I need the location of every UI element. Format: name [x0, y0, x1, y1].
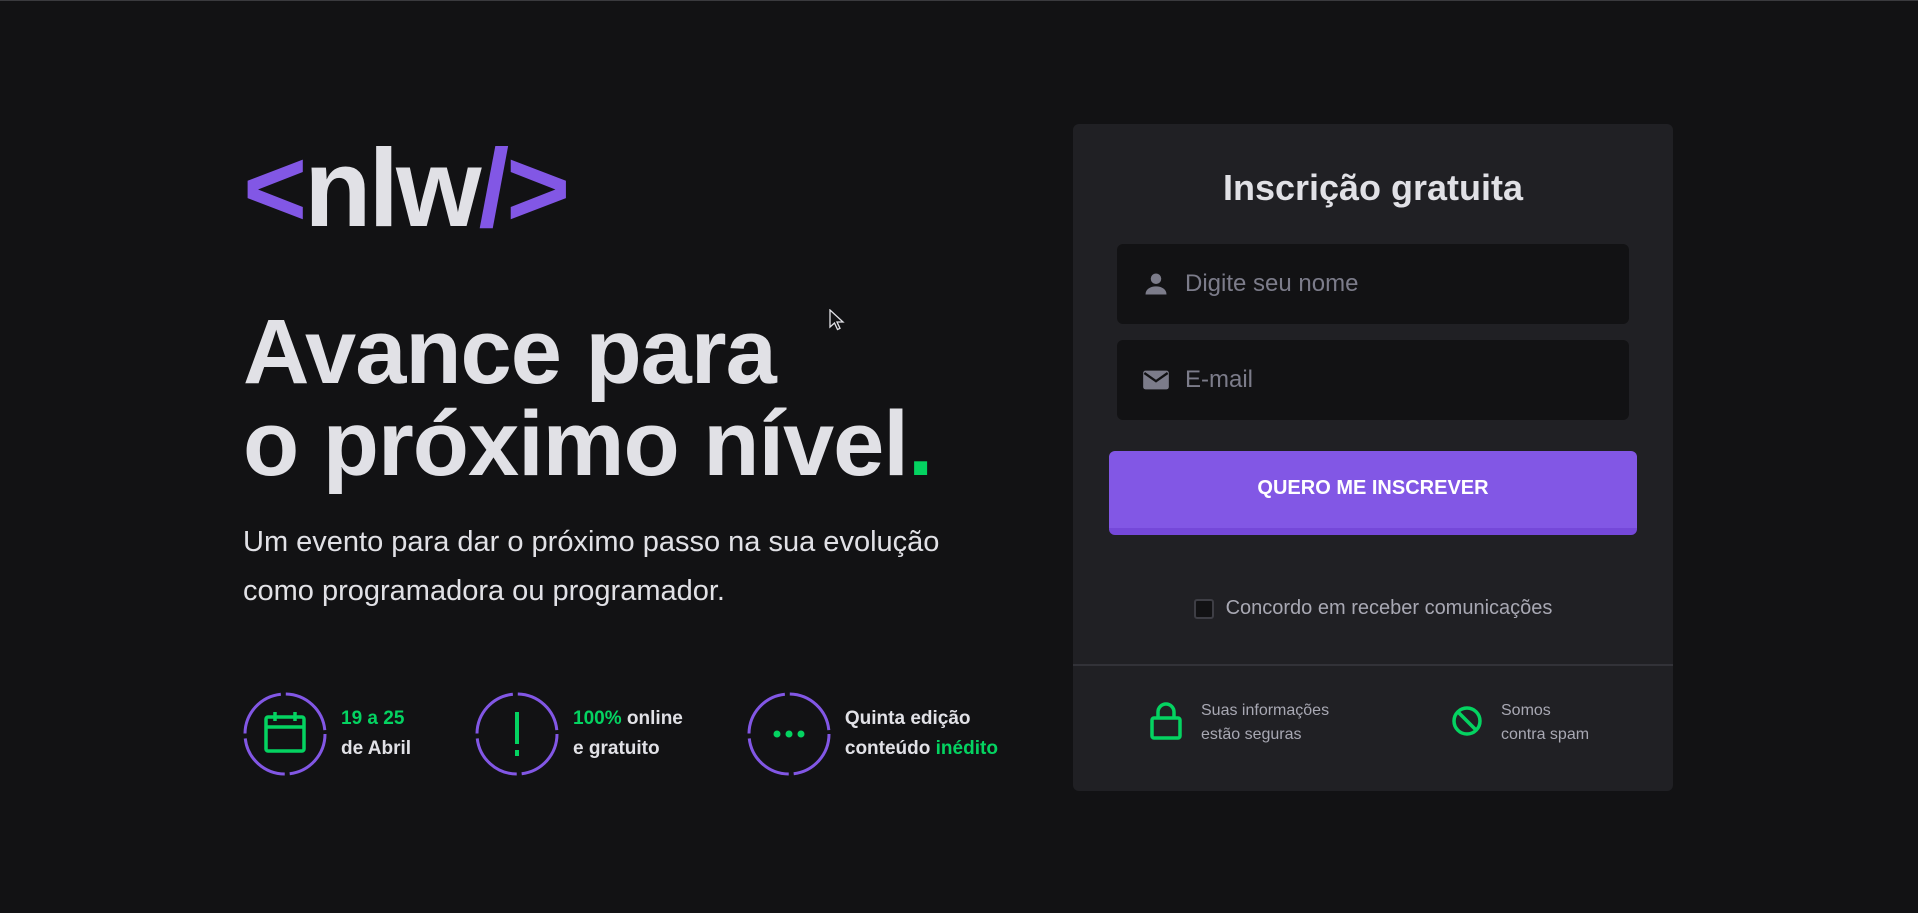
- feature-edition: Quinta edição conteúdo inédito: [747, 692, 998, 776]
- spam-info: Somos contra spam: [1451, 699, 1589, 747]
- feature-date: 19 a 25 de Abril: [243, 692, 411, 776]
- logo-text: nlw: [304, 126, 481, 250]
- email-input[interactable]: [1185, 366, 1605, 394]
- card-divider: [1073, 664, 1673, 666]
- logo-slash: /: [478, 126, 510, 250]
- secure-info: Suas informações estão seguras: [1149, 699, 1329, 747]
- consent-label: Concordo em receber comunicações: [1225, 597, 1553, 619]
- ellipsis-icon: [747, 692, 831, 776]
- no-spam-icon: [1451, 705, 1483, 742]
- consent-checkbox[interactable]: [1193, 598, 1214, 619]
- nlw-logo: < nlw / >: [243, 126, 1023, 250]
- feature-date-text: 19 a 25 de Abril: [341, 708, 412, 759]
- feature-edition-text: Quinta edição conteúdo inédito: [844, 708, 998, 759]
- calendar-icon: [243, 692, 327, 776]
- features-row: 19 a 25 de Abril 100% online e gratuito: [243, 692, 1062, 776]
- mouse-cursor-icon: [829, 308, 845, 336]
- hero-title-line1: Avance para: [243, 301, 777, 403]
- logo-close-bracket: >: [506, 126, 570, 250]
- logo-open-bracket: <: [243, 126, 307, 250]
- email-field[interactable]: [1117, 340, 1629, 420]
- exclamation-icon: [475, 692, 559, 776]
- hero-subtitle: Um evento para dar o próximo passo na su…: [243, 526, 940, 607]
- signup-title: Inscrição gratuita: [1222, 167, 1524, 208]
- signup-card: Inscrição gratuita QUERO ME INSCREVER Co…: [1073, 124, 1673, 791]
- subscribe-button[interactable]: QUERO ME INSCREVER: [1109, 451, 1637, 535]
- hero-title: Avance para o próximo nível.: [243, 306, 1023, 490]
- user-icon: [1141, 269, 1171, 299]
- feature-online: 100% online e gratuito: [475, 692, 683, 776]
- name-input[interactable]: [1185, 270, 1605, 298]
- hero-title-line2: o próximo nível: [243, 393, 909, 495]
- hero-section: < nlw / > Avance para o próximo nível. Um e…: [243, 126, 1023, 616]
- mail-icon: [1141, 365, 1171, 395]
- name-field[interactable]: [1117, 244, 1629, 324]
- hero-title-dot: .: [907, 393, 934, 495]
- consent-checkbox-row[interactable]: Concordo em receber comunicações: [1073, 597, 1673, 620]
- feature-online-text: 100% online e gratuito: [573, 708, 683, 759]
- lock-icon: [1149, 701, 1183, 746]
